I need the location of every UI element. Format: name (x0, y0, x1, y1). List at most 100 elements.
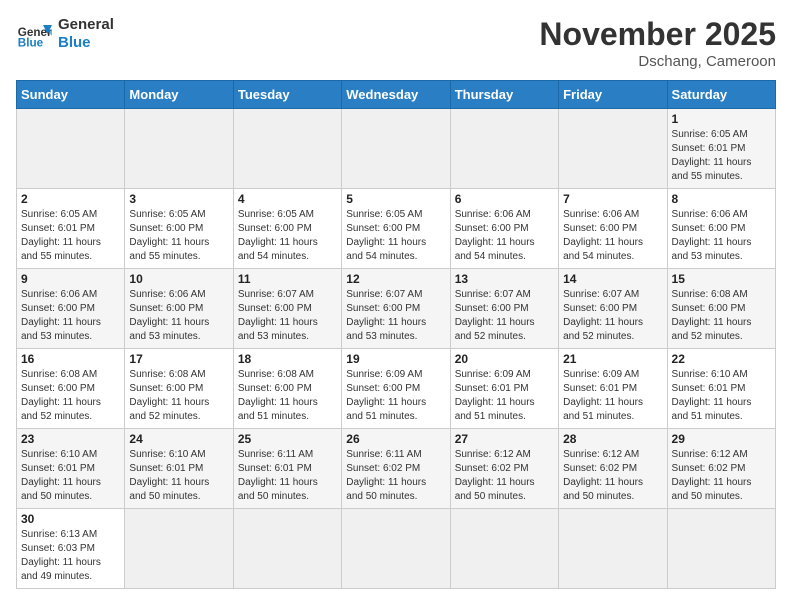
table-row: 6 Sunrise: 6:06 AM Sunset: 6:00 PM Daylig… (450, 189, 558, 269)
table-row: 21 Sunrise: 6:09 AM Sunset: 6:01 PM Dayli… (559, 349, 667, 429)
title-block: November 2025 Dschang, Cameroon (539, 16, 776, 70)
col-sunday: Sunday (17, 81, 125, 109)
table-row (125, 109, 233, 189)
day-info: Sunrise: 6:05 AM Sunset: 6:00 PM Dayligh… (346, 209, 426, 262)
day-info: Sunrise: 6:12 AM Sunset: 6:02 PM Dayligh… (672, 449, 752, 502)
day-number: 22 (672, 352, 771, 366)
table-row (450, 509, 558, 589)
table-row: 14 Sunrise: 6:07 AM Sunset: 6:00 PM Dayli… (559, 269, 667, 349)
table-row: 16Sunrise: 6:08 AM Sunset: 6:00 PM Dayli… (17, 349, 125, 429)
day-info: Sunrise: 6:08 AM Sunset: 6:00 PM Dayligh… (129, 369, 209, 422)
day-number: 30 (21, 512, 120, 526)
day-number: 7 (563, 192, 662, 206)
table-row: 5 Sunrise: 6:05 AM Sunset: 6:00 PM Daylig… (342, 189, 450, 269)
day-info: Sunrise: 6:13 AM Sunset: 6:03 PM Dayligh… (21, 529, 101, 582)
day-info: Sunrise: 6:05 AM Sunset: 6:01 PM Dayligh… (672, 129, 752, 182)
day-number: 10 (129, 272, 228, 286)
day-number: 23 (21, 432, 120, 446)
col-friday: Friday (559, 81, 667, 109)
day-number: 8 (672, 192, 771, 206)
calendar-week-row: 9 Sunrise: 6:06 AM Sunset: 6:00 PM Daylig… (17, 269, 776, 349)
day-info: Sunrise: 6:10 AM Sunset: 6:01 PM Dayligh… (672, 369, 752, 422)
calendar-week-row: 1 Sunrise: 6:05 AM Sunset: 6:01 PM Daylig… (17, 109, 776, 189)
day-info: Sunrise: 6:06 AM Sunset: 6:00 PM Dayligh… (129, 289, 209, 342)
day-number: 11 (238, 272, 337, 286)
table-row (450, 109, 558, 189)
table-row: 30 Sunrise: 6:13 AM Sunset: 6:03 PM Dayli… (17, 509, 125, 589)
calendar-body: 1 Sunrise: 6:05 AM Sunset: 6:01 PM Daylig… (17, 109, 776, 589)
day-number: 27 (455, 432, 554, 446)
month-title: November 2025 (539, 16, 776, 53)
day-info: Sunrise: 6:11 AM Sunset: 6:02 PM Dayligh… (346, 449, 426, 502)
logo-icon: General Blue (16, 16, 52, 52)
table-row (342, 109, 450, 189)
day-number: 20 (455, 352, 554, 366)
table-row: 1 Sunrise: 6:05 AM Sunset: 6:01 PM Daylig… (667, 109, 775, 189)
day-info: Sunrise: 6:07 AM Sunset: 6:00 PM Dayligh… (238, 289, 318, 342)
table-row: 12 Sunrise: 6:07 AM Sunset: 6:00 PM Dayli… (342, 269, 450, 349)
day-info: Sunrise: 6:07 AM Sunset: 6:00 PM Dayligh… (563, 289, 643, 342)
day-info: Sunrise: 6:06 AM Sunset: 6:00 PM Dayligh… (455, 209, 535, 262)
day-number: 1 (672, 112, 771, 126)
table-row: 11 Sunrise: 6:07 AM Sunset: 6:00 PM Dayli… (233, 269, 341, 349)
day-number: 12 (346, 272, 445, 286)
logo-blue-text: Blue (58, 34, 114, 52)
day-number: 5 (346, 192, 445, 206)
logo: General Blue General Blue (16, 16, 114, 52)
day-info: Sunrise: 6:12 AM Sunset: 6:02 PM Dayligh… (563, 449, 643, 502)
table-row: 4Sunrise: 6:05 AM Sunset: 6:00 PM Daylig… (233, 189, 341, 269)
table-row: 27 Sunrise: 6:12 AM Sunset: 6:02 PM Dayli… (450, 429, 558, 509)
table-row: 20Sunrise: 6:09 AM Sunset: 6:01 PM Dayli… (450, 349, 558, 429)
day-info: Sunrise: 6:06 AM Sunset: 6:00 PM Dayligh… (21, 289, 101, 342)
table-row: 7 Sunrise: 6:06 AM Sunset: 6:00 PM Daylig… (559, 189, 667, 269)
col-monday: Monday (125, 81, 233, 109)
table-row: 17 Sunrise: 6:08 AM Sunset: 6:00 PM Dayli… (125, 349, 233, 429)
page-header: General Blue General Blue November 2025 … (16, 16, 776, 70)
day-info: Sunrise: 6:06 AM Sunset: 6:00 PM Dayligh… (563, 209, 643, 262)
day-number: 19 (346, 352, 445, 366)
table-row (342, 509, 450, 589)
day-info: Sunrise: 6:07 AM Sunset: 6:00 PM Dayligh… (455, 289, 535, 342)
day-number: 21 (563, 352, 662, 366)
table-row (667, 509, 775, 589)
table-row: 28Sunrise: 6:12 AM Sunset: 6:02 PM Dayli… (559, 429, 667, 509)
day-number: 24 (129, 432, 228, 446)
table-row: 3 Sunrise: 6:05 AM Sunset: 6:00 PM Daylig… (125, 189, 233, 269)
table-row (559, 109, 667, 189)
day-number: 9 (21, 272, 120, 286)
day-number: 25 (238, 432, 337, 446)
day-info: Sunrise: 6:09 AM Sunset: 6:01 PM Dayligh… (563, 369, 643, 422)
table-row: 22 Sunrise: 6:10 AM Sunset: 6:01 PM Dayli… (667, 349, 775, 429)
day-info: Sunrise: 6:06 AM Sunset: 6:00 PM Dayligh… (672, 209, 752, 262)
table-row (125, 509, 233, 589)
day-info: Sunrise: 6:09 AM Sunset: 6:00 PM Dayligh… (346, 369, 426, 422)
calendar-week-row: 16 Sunrise: 6:08 AM Sunset: 6:00 PM Dayli… (17, 349, 776, 429)
day-number: 17 (129, 352, 228, 366)
col-saturday: Saturday (667, 81, 775, 109)
day-number: 6 (455, 192, 554, 206)
svg-text:Blue: Blue (18, 37, 44, 50)
day-number: 18 (238, 352, 337, 366)
day-info: Sunrise: 6:07 AM Sunset: 6:00 PM Dayligh… (346, 289, 426, 342)
day-info: Sunrise: 6:05 AM Sunset: 6:00 PM Dayligh… (238, 209, 318, 262)
day-info: Sunrise: 6:05 AM Sunset: 6:01 PM Dayligh… (21, 209, 101, 262)
logo-general-text: General (58, 16, 114, 34)
day-info: Sunrise: 6:12 AM Sunset: 6:02 PM Dayligh… (455, 449, 535, 502)
day-info: Sunrise: 6:10 AM Sunset: 6:01 PM Dayligh… (21, 449, 101, 502)
calendar-week-row: 30 Sunrise: 6:13 AM Sunset: 6:03 PM Dayli… (17, 509, 776, 589)
calendar-table: Sunday Monday Tuesday Wednesday Thursday… (16, 80, 776, 589)
table-row: 19 Sunrise: 6:09 AM Sunset: 6:00 PM Dayli… (342, 349, 450, 429)
col-wednesday: Wednesday (342, 81, 450, 109)
day-info: Sunrise: 6:08 AM Sunset: 6:00 PM Dayligh… (672, 289, 752, 342)
day-number: 3 (129, 192, 228, 206)
table-row: 23 Sunrise: 6:10 AM Sunset: 6:01 PM Dayli… (17, 429, 125, 509)
day-number: 2 (21, 192, 120, 206)
day-number: 16 (21, 352, 120, 366)
table-row: 10 Sunrise: 6:06 AM Sunset: 6:00 PM Dayli… (125, 269, 233, 349)
table-row (559, 509, 667, 589)
table-row: 18Sunrise: 6:08 AM Sunset: 6:00 PM Dayli… (233, 349, 341, 429)
calendar-week-row: 2 Sunrise: 6:05 AM Sunset: 6:01 PM Daylig… (17, 189, 776, 269)
day-number: 14 (563, 272, 662, 286)
day-info: Sunrise: 6:05 AM Sunset: 6:00 PM Dayligh… (129, 209, 209, 262)
day-info: Sunrise: 6:10 AM Sunset: 6:01 PM Dayligh… (129, 449, 209, 502)
